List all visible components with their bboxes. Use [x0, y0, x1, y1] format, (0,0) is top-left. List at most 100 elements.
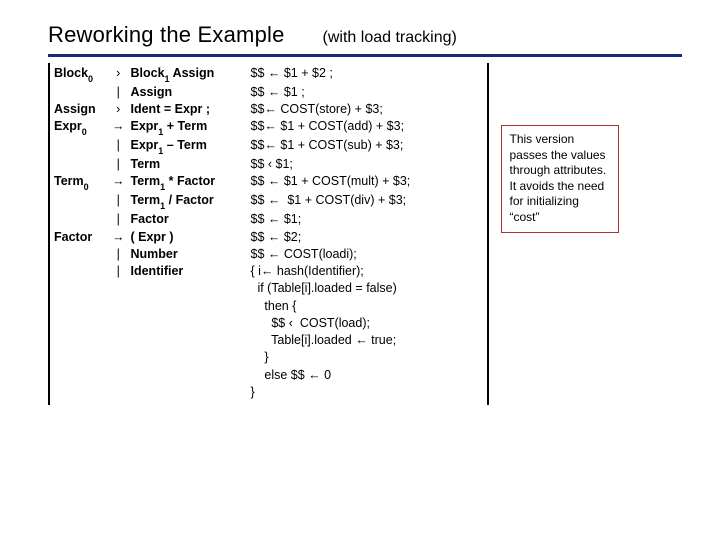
grammar-row: Term0→Term1 * Factor$$ ← $1 + COST(mult)… — [54, 173, 483, 192]
grammar-row: Table[i].loaded ← true; — [54, 332, 483, 349]
grammar-row: } — [54, 349, 483, 366]
grammar-arrow: | — [112, 211, 131, 228]
grammar-arrow: → — [112, 118, 131, 137]
grammar-semantic: Table[i].loaded ← true; — [251, 332, 483, 349]
grammar-lhs: Factor — [54, 229, 112, 246]
grammar-rhs: Block1 Assign — [131, 65, 251, 84]
grammar-table: Block0›Block1 Assign$$ ← $1 + $2 ;|Assig… — [48, 63, 489, 405]
grammar-lhs: Block0 — [54, 65, 112, 84]
grammar-lhs — [54, 192, 112, 211]
grammar-row: |Identifier{ i← hash(Identifier); — [54, 263, 483, 280]
grammar-rhs: ( Expr ) — [131, 229, 251, 246]
grammar-lhs — [54, 332, 112, 349]
grammar-rhs — [131, 280, 251, 297]
grammar-semantic: $$← $1 + COST(add) + $3; — [251, 118, 483, 137]
grammar-lhs — [54, 263, 112, 280]
grammar-semantic: } — [251, 349, 483, 366]
grammar-arrow: → — [112, 173, 131, 192]
grammar-row: |Expr1 – Term$$← $1 + COST(sub) + $3; — [54, 137, 483, 156]
grammar-semantic: $$← COST(store) + $3; — [251, 101, 483, 118]
grammar-row: Assign›Ident = Expr ;$$← COST(store) + $… — [54, 101, 483, 118]
grammar-lhs — [54, 211, 112, 228]
grammar-rhs: Expr1 + Term — [131, 118, 251, 137]
grammar-arrow — [112, 367, 131, 384]
grammar-rhs — [131, 315, 251, 332]
grammar-rhs: Assign — [131, 84, 251, 101]
grammar-lhs — [54, 367, 112, 384]
grammar-rhs: Term — [131, 156, 251, 173]
grammar-rhs: Identifier — [131, 263, 251, 280]
grammar-arrow: | — [112, 263, 131, 280]
grammar-row: Block0›Block1 Assign$$ ← $1 + $2 ; — [54, 65, 483, 84]
grammar-arrow: › — [112, 65, 131, 84]
grammar-arrow: | — [112, 156, 131, 173]
grammar-rhs: Term1 * Factor — [131, 173, 251, 192]
grammar-lhs — [54, 315, 112, 332]
grammar-arrow — [112, 349, 131, 366]
grammar-lhs: Assign — [54, 101, 112, 118]
grammar-arrow — [112, 298, 131, 315]
grammar-arrow: | — [112, 246, 131, 263]
grammar-row: |Term$$ ‹ $1; — [54, 156, 483, 173]
grammar-lhs — [54, 298, 112, 315]
grammar-semantic: { i← hash(Identifier); — [251, 263, 483, 280]
grammar-lhs: Term0 — [54, 173, 112, 192]
grammar-arrow: | — [112, 192, 131, 211]
title-bar: Reworking the Example (with load trackin… — [48, 22, 682, 57]
grammar-semantic: $$ ← $2; — [251, 229, 483, 246]
side-note: This version passes the values through a… — [501, 125, 619, 233]
grammar-lhs — [54, 280, 112, 297]
grammar-row: then { — [54, 298, 483, 315]
grammar-row: Expr0→Expr1 + Term$$← $1 + COST(add) + $… — [54, 118, 483, 137]
grammar-rhs: Factor — [131, 211, 251, 228]
grammar-arrow — [112, 384, 131, 401]
grammar-semantic: if (Table[i].loaded = false) — [251, 280, 483, 297]
grammar-rhs — [131, 298, 251, 315]
grammar-semantic: $$ ← $1 + COST(div) + $3; — [251, 192, 483, 211]
grammar-row: else $$ ← 0 — [54, 367, 483, 384]
grammar-lhs — [54, 349, 112, 366]
grammar-row: |Factor$$ ← $1; — [54, 211, 483, 228]
grammar-semantic: $$← $1 + COST(sub) + $3; — [251, 137, 483, 156]
grammar-lhs — [54, 384, 112, 401]
grammar-semantic: } — [251, 384, 483, 401]
grammar-rhs: Ident = Expr ; — [131, 101, 251, 118]
grammar-semantic: $$ ← $1; — [251, 211, 483, 228]
grammar-semantic: $$ ‹ $1; — [251, 156, 483, 173]
grammar-semantic: $$ ← $1 + COST(mult) + $3; — [251, 173, 483, 192]
grammar-lhs — [54, 156, 112, 173]
grammar-rhs: Expr1 – Term — [131, 137, 251, 156]
grammar-rhs: Term1 / Factor — [131, 192, 251, 211]
grammar-arrow — [112, 332, 131, 349]
grammar-row: |Assign$$ ← $1 ; — [54, 84, 483, 101]
grammar-lhs: Expr0 — [54, 118, 112, 137]
grammar-lhs — [54, 84, 112, 101]
grammar-lhs — [54, 137, 112, 156]
grammar-row: $$ ‹ COST(load); — [54, 315, 483, 332]
grammar-row: |Number$$ ← COST(loadi); — [54, 246, 483, 263]
grammar-rhs — [131, 384, 251, 401]
grammar-semantic: $$ ← COST(loadi); — [251, 246, 483, 263]
page-subtitle: (with load tracking) — [323, 29, 457, 47]
page-title: Reworking the Example — [48, 22, 285, 48]
grammar-semantic: $$ ‹ COST(load); — [251, 315, 483, 332]
grammar-semantic: else $$ ← 0 — [251, 367, 483, 384]
grammar-row: } — [54, 384, 483, 401]
grammar-row: Factor→( Expr )$$ ← $2; — [54, 229, 483, 246]
grammar-rhs — [131, 332, 251, 349]
grammar-rhs — [131, 349, 251, 366]
grammar-lhs — [54, 246, 112, 263]
grammar-arrow — [112, 315, 131, 332]
grammar-arrow — [112, 280, 131, 297]
grammar-semantic: $$ ← $1 ; — [251, 84, 483, 101]
grammar-arrow: → — [112, 229, 131, 246]
grammar-arrow: | — [112, 137, 131, 156]
grammar-arrow: | — [112, 84, 131, 101]
grammar-semantic: then { — [251, 298, 483, 315]
side-note-text: This version passes the values through a… — [510, 132, 607, 224]
grammar-rhs — [131, 367, 251, 384]
grammar-arrow: › — [112, 101, 131, 118]
grammar-rhs: Number — [131, 246, 251, 263]
grammar-semantic: $$ ← $1 + $2 ; — [251, 65, 483, 84]
grammar-row: |Term1 / Factor$$ ← $1 + COST(div) + $3; — [54, 192, 483, 211]
